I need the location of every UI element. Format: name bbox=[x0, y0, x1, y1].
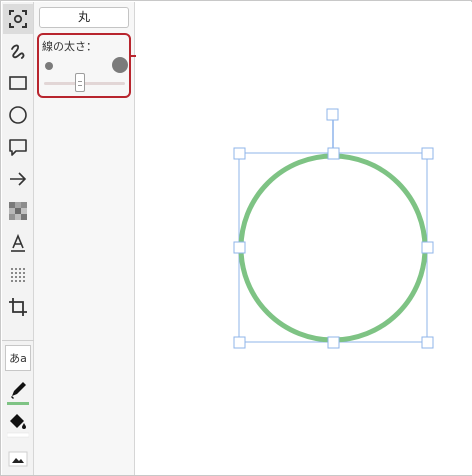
background-image-button[interactable] bbox=[3, 444, 33, 474]
crop-tool-button[interactable] bbox=[3, 292, 33, 322]
text-icon bbox=[11, 233, 25, 252]
circle-shape[interactable] bbox=[238, 153, 428, 343]
tool-sidebar: あa bbox=[2, 2, 34, 475]
stroke-color-button[interactable] bbox=[3, 377, 33, 407]
line-width-slider-thumb[interactable] bbox=[75, 73, 85, 92]
resize-handle-top-right[interactable] bbox=[421, 147, 434, 160]
resize-handle-top[interactable] bbox=[327, 147, 340, 160]
speech-bubble-tool-button[interactable] bbox=[3, 132, 33, 162]
shape-name-field: 丸 bbox=[39, 7, 129, 28]
resize-handle-top-left[interactable] bbox=[233, 147, 246, 160]
line-width-label: 線の太さ： bbox=[42, 40, 97, 53]
select-tool-button[interactable] bbox=[3, 4, 33, 34]
arrow-icon bbox=[10, 172, 27, 186]
paint-bucket-icon bbox=[7, 414, 29, 438]
select-icon bbox=[9, 10, 27, 28]
resize-handle-bottom-left[interactable] bbox=[233, 336, 246, 349]
resize-handle-bottom-right[interactable] bbox=[421, 336, 434, 349]
text-tool-button[interactable] bbox=[3, 228, 33, 258]
mosaic-icon bbox=[9, 202, 27, 220]
arrow-tool-button[interactable] bbox=[3, 164, 33, 194]
resize-handle-left[interactable] bbox=[233, 241, 246, 254]
fill-color-button[interactable] bbox=[3, 409, 33, 439]
thick-line-icon bbox=[112, 57, 128, 73]
speech-bubble-icon bbox=[9, 139, 27, 156]
blur-icon bbox=[11, 268, 25, 282]
toolbar-separator bbox=[2, 340, 34, 341]
pen-icon bbox=[7, 382, 29, 405]
resize-handle-right[interactable] bbox=[421, 241, 434, 254]
drawing-canvas[interactable] bbox=[136, 2, 472, 475]
rotation-handle[interactable] bbox=[326, 108, 339, 121]
rectangle-tool-button[interactable] bbox=[3, 68, 33, 98]
blur-tool-button[interactable] bbox=[3, 260, 33, 290]
rectangle-icon bbox=[9, 76, 27, 90]
freehand-tool-button[interactable] bbox=[3, 36, 33, 66]
mosaic-tool-button[interactable] bbox=[3, 196, 33, 226]
font-tool-button[interactable]: あa bbox=[5, 345, 31, 371]
canvas-drawing bbox=[233, 108, 434, 349]
resize-handle-bottom[interactable] bbox=[327, 336, 340, 349]
image-icon bbox=[8, 451, 28, 467]
freehand-icon bbox=[11, 44, 25, 59]
annotation-editor-window: あa 丸 線の太さ： bbox=[0, 0, 472, 476]
ellipse-icon bbox=[9, 106, 27, 124]
property-panel: 丸 線の太さ： bbox=[34, 2, 135, 475]
ellipse-tool-button[interactable] bbox=[3, 100, 33, 130]
font-tool-label: あa bbox=[9, 352, 27, 365]
crop-icon bbox=[9, 298, 27, 316]
line-width-group: 線の太さ： bbox=[37, 33, 131, 98]
thin-line-icon bbox=[45, 62, 53, 70]
